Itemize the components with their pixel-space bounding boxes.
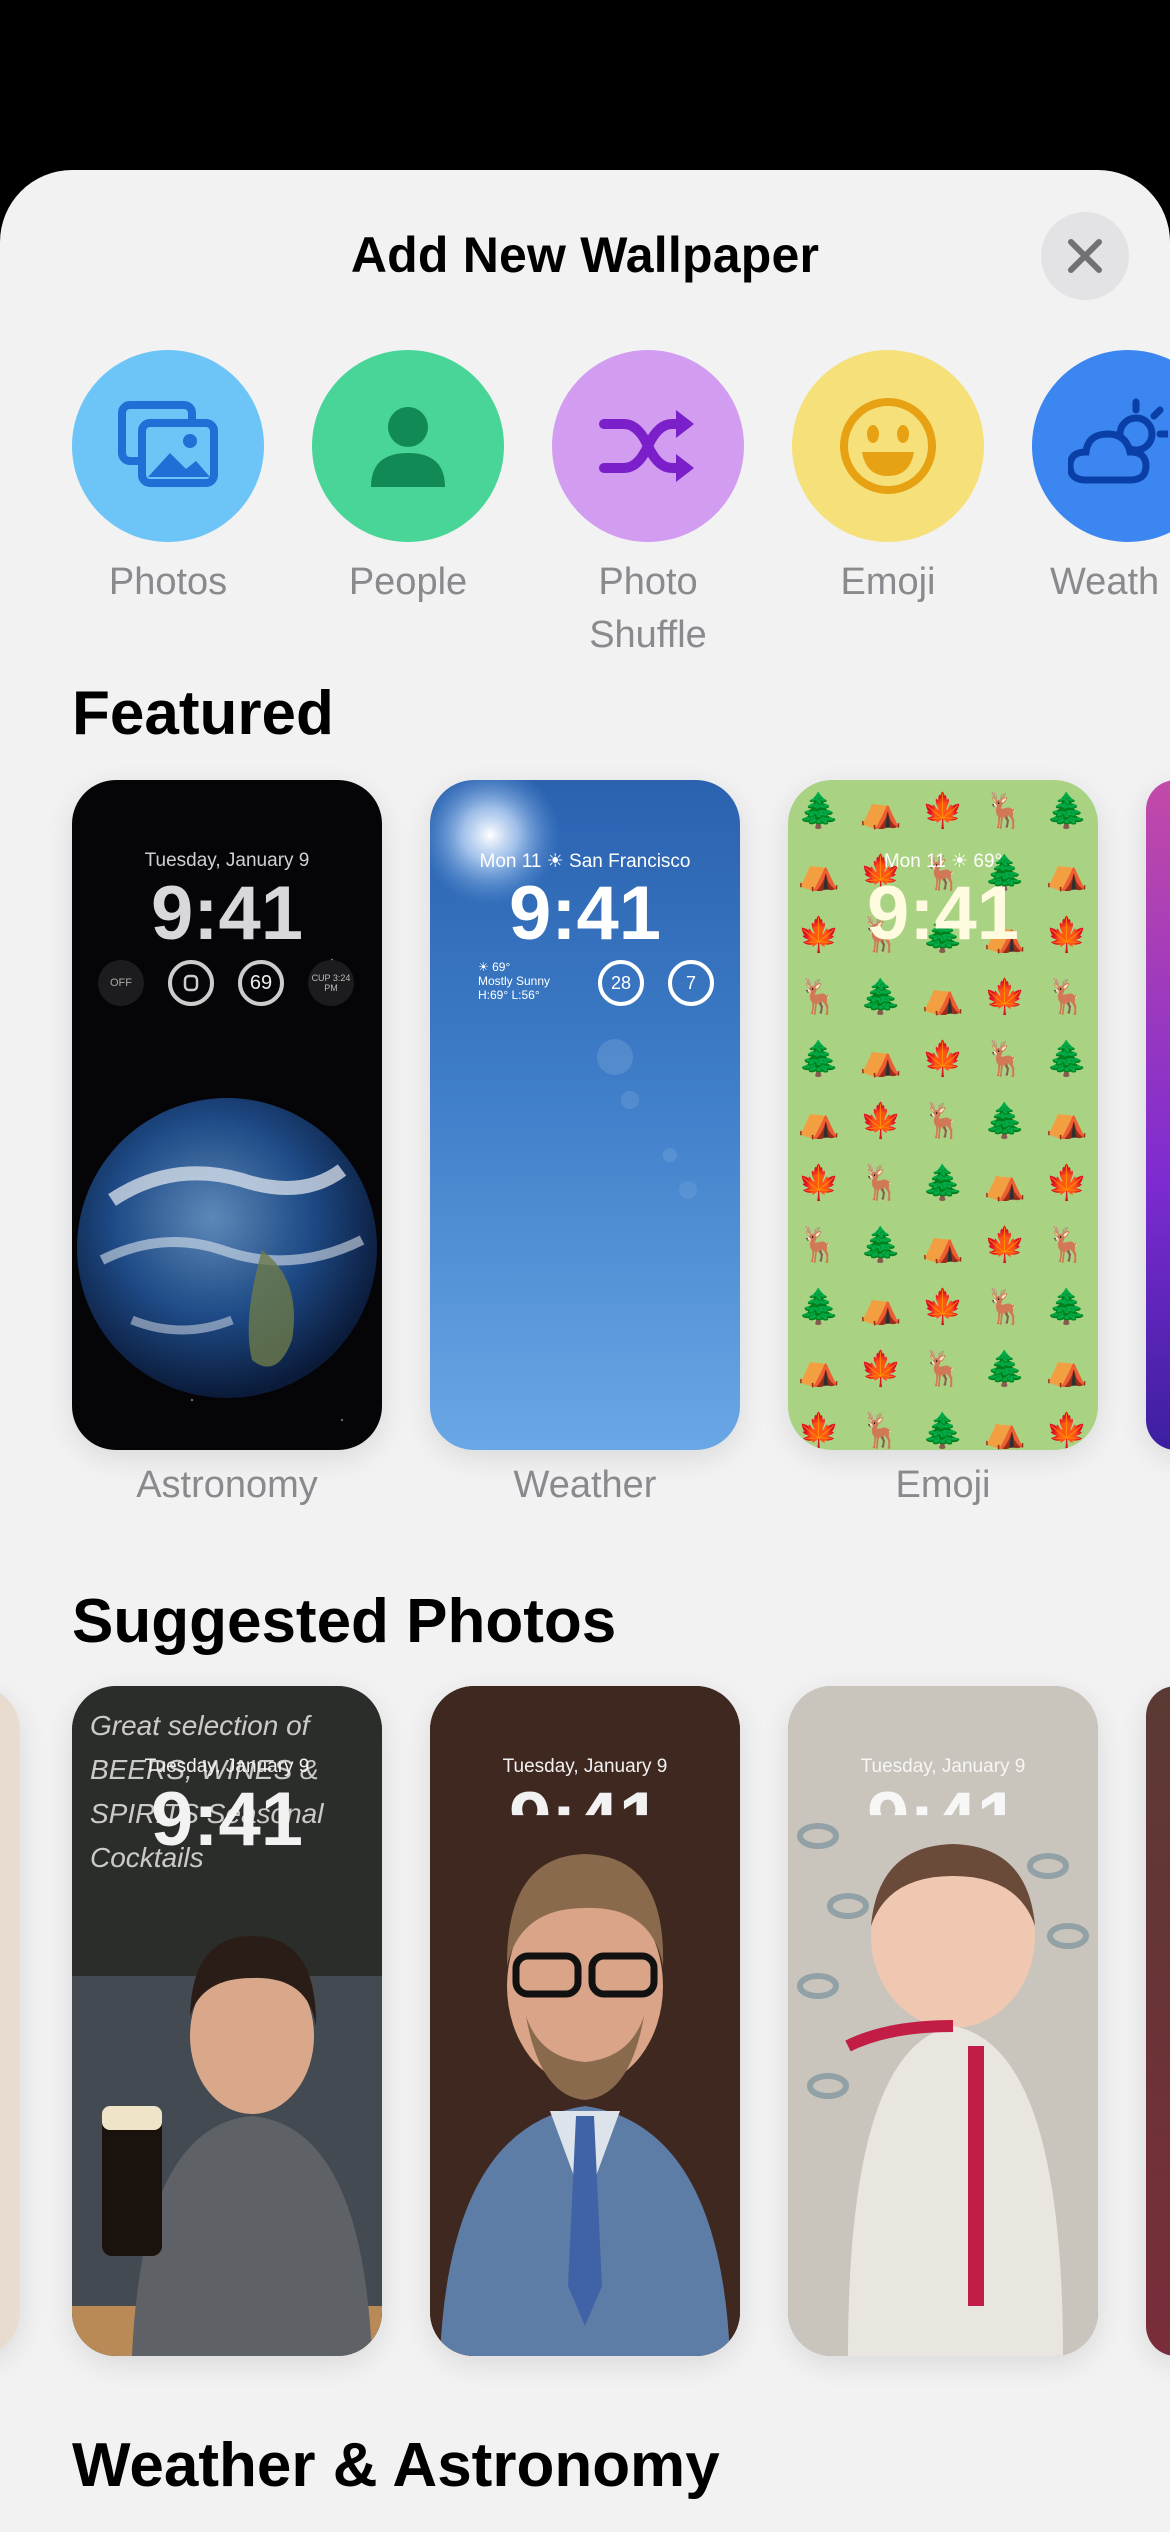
widget-calendar: CUP 3:24 PM <box>308 960 354 1006</box>
emoji-pattern-glyph: 🦌 <box>797 978 841 1016</box>
emoji-pattern-glyph: 🌲 <box>859 978 903 1016</box>
emoji-pattern-glyph: 🍁 <box>983 1226 1027 1264</box>
lock-date: Tuesday, January 9 <box>144 1756 310 1777</box>
weather-astronomy-heading: Weather & Astronomy <box>72 2431 720 2500</box>
emoji-pattern-glyph: 🍁 <box>983 978 1027 1016</box>
category-label: Weath <box>1050 561 1160 603</box>
smiley-icon <box>840 398 936 494</box>
emoji-pattern-glyph: 🌲 <box>921 1164 965 1202</box>
weather-widget: ☀ 69° Mostly Sunny H:69° L:56° <box>478 960 550 1002</box>
emoji-pattern-glyph: ⛺ <box>921 978 965 1016</box>
emoji-pattern-glyph: ⛺ <box>1045 1350 1089 1388</box>
emoji-pattern-glyph: 🌲 <box>797 1040 841 1078</box>
suggested-heading: Suggested Photos <box>72 1587 617 1656</box>
emoji-pattern-glyph: ⛺ <box>797 1102 841 1140</box>
weather-icon <box>1068 398 1168 484</box>
wallpaper-card-partial[interactable] <box>1146 780 1170 1450</box>
widget-ring-watch <box>168 960 214 1006</box>
emoji-pattern-glyph: ⛺ <box>1045 1102 1089 1140</box>
sheet-title: Add New Wallpaper <box>350 227 820 283</box>
add-wallpaper-sheet: Add New Wallpaper Photos People Photo Sh… <box>0 170 1170 2532</box>
emoji-pattern-glyph: 🍁 <box>921 792 965 830</box>
emoji-pattern-glyph: 🌲 <box>859 1226 903 1264</box>
shuffle-icon <box>599 410 694 482</box>
person-icon <box>371 407 445 487</box>
emoji-pattern-glyph: 🍁 <box>797 1164 841 1202</box>
emoji-pattern-glyph: ⛺ <box>983 1412 1027 1450</box>
lock-date: Tuesday, January 9 <box>144 850 310 871</box>
suggested-photo-card[interactable]: Great selection of BEERS, WINES & SPIRIT… <box>72 1686 382 2356</box>
suggested-card-partial-left[interactable] <box>0 1686 20 2356</box>
category-label: People <box>348 561 468 603</box>
emoji-pattern-glyph: 🌲 <box>1045 1040 1089 1078</box>
category-weather[interactable]: Weath <box>1032 350 1170 609</box>
widget-temperature: 69 <box>238 960 284 1006</box>
emoji-pattern-glyph: 🦌 <box>983 792 1027 830</box>
emoji-pattern-glyph: 🦌 <box>859 1412 903 1450</box>
emoji-pattern-glyph: ⛺ <box>797 1350 841 1388</box>
category-photo-shuffle[interactable]: Photo Shuffle <box>552 350 744 662</box>
emoji-pattern-glyph: ⛺ <box>983 1164 1027 1202</box>
emoji-pattern-glyph: 🦌 <box>921 1102 965 1140</box>
suggested-photo-card[interactable]: Tuesday, January 9 9:41 <box>430 1686 740 2356</box>
suggested-photo-card[interactable]: Tuesday, January 9 9:41 <box>788 1686 1098 2356</box>
lock-time: 9:41 <box>150 1777 304 1862</box>
wallpaper-card-label: Weather <box>513 1464 657 1506</box>
lock-date: Tuesday, January 9 <box>860 1756 1026 1777</box>
photos-icon <box>118 401 218 487</box>
suggested-card-partial-right[interactable] <box>1146 1686 1170 2356</box>
close-button[interactable] <box>1041 212 1129 300</box>
wallpaper-card-label: Astronomy <box>136 1464 318 1506</box>
emoji-pattern-glyph: 🦌 <box>983 1288 1027 1326</box>
emoji-pattern-glyph: 🌲 <box>1045 792 1089 830</box>
lock-date: Tuesday, January 9 <box>502 1756 668 1777</box>
category-label: Photo Shuffle <box>589 561 707 656</box>
emoji-pattern-glyph: 🍁 <box>1045 1412 1089 1450</box>
widget-focus: OFF <box>98 960 144 1006</box>
emoji-pattern-glyph: 🌲 <box>1045 1288 1089 1326</box>
emoji-pattern-glyph: 🌲 <box>797 792 841 830</box>
emoji-pattern-glyph: 🌲 <box>921 1412 965 1450</box>
featured-heading: Featured <box>72 679 334 748</box>
emoji-pattern-glyph: 🦌 <box>983 1040 1027 1078</box>
wallpaper-card-label: Emoji <box>895 1464 991 1506</box>
weather-hilo: H:69° L:56° <box>478 988 540 1002</box>
emoji-pattern-glyph: 🦌 <box>921 1350 965 1388</box>
emoji-pattern-glyph: 🍁 <box>921 1040 965 1078</box>
emoji-pattern-glyph: 🌲 <box>983 1350 1027 1388</box>
emoji-pattern-glyph: 🦌 <box>1045 1226 1089 1264</box>
category-label: Emoji <box>840 561 936 603</box>
weather-condition: Mostly Sunny <box>478 974 551 988</box>
wallpaper-card-emoji[interactable]: 🌲 ⛺ 🍁 🦌 🌲 ⛺ 🍁 🦌 🌲 ⛺ 🍁 🦌 🌲 ⛺ 🍁 🦌 🌲 ⛺ 🍁 🦌 🌲 ⛺ 🍁 🦌 🌲 ⛺ 🍁 🦌 🌲 ⛺ 🍁 🦌 🌲 ⛺ 🍁 🦌 🌲 ⛺ 🍁 🦌… <box>788 780 1098 1450</box>
emoji-pattern-glyph: 🍁 <box>797 1412 841 1450</box>
close-icon <box>1068 239 1102 273</box>
emoji-pattern-glyph: 🦌 <box>797 1226 841 1264</box>
wallpaper-card-astronomy[interactable]: Tuesday, January 9 9:41 OFF 69 CUP 3:24 … <box>72 780 382 1450</box>
emoji-pattern-glyph: ⛺ <box>859 1040 903 1078</box>
emoji-pattern-glyph: ⛺ <box>859 792 903 830</box>
category-photos[interactable]: Photos <box>72 350 264 609</box>
emoji-pattern-glyph: 🦌 <box>859 1164 903 1202</box>
widget-aqi: 28 <box>598 960 644 1006</box>
category-people[interactable]: People <box>312 350 504 609</box>
emoji-pattern-glyph: 🍁 <box>921 1288 965 1326</box>
emoji-pattern-glyph: 🦌 <box>1045 978 1089 1016</box>
emoji-pattern-glyph: 🍁 <box>1045 1164 1089 1202</box>
weather-temp: ☀ 69° <box>478 960 511 974</box>
emoji-pattern-glyph: 🌲 <box>797 1288 841 1326</box>
lock-time: 9:41 <box>508 871 662 956</box>
category-label: Photos <box>108 561 228 603</box>
watch-icon <box>183 974 199 992</box>
emoji-pattern-glyph: 🍁 <box>859 1350 903 1388</box>
widget-uv: 7 <box>668 960 714 1006</box>
category-emoji[interactable]: Emoji <box>792 350 984 609</box>
emoji-pattern-glyph: 🍁 <box>859 1102 903 1140</box>
lock-time: 9:41 <box>866 871 1020 956</box>
emoji-pattern-glyph: ⛺ <box>859 1288 903 1326</box>
emoji-pattern-glyph: 🌲 <box>983 1102 1027 1140</box>
lock-time: 9:41 <box>150 871 304 956</box>
wallpaper-card-weather[interactable]: Mon 11 ☀ San Francisco 9:41 ☀ 69° Mostly… <box>430 780 740 1450</box>
emoji-pattern-glyph: ⛺ <box>921 1226 965 1264</box>
